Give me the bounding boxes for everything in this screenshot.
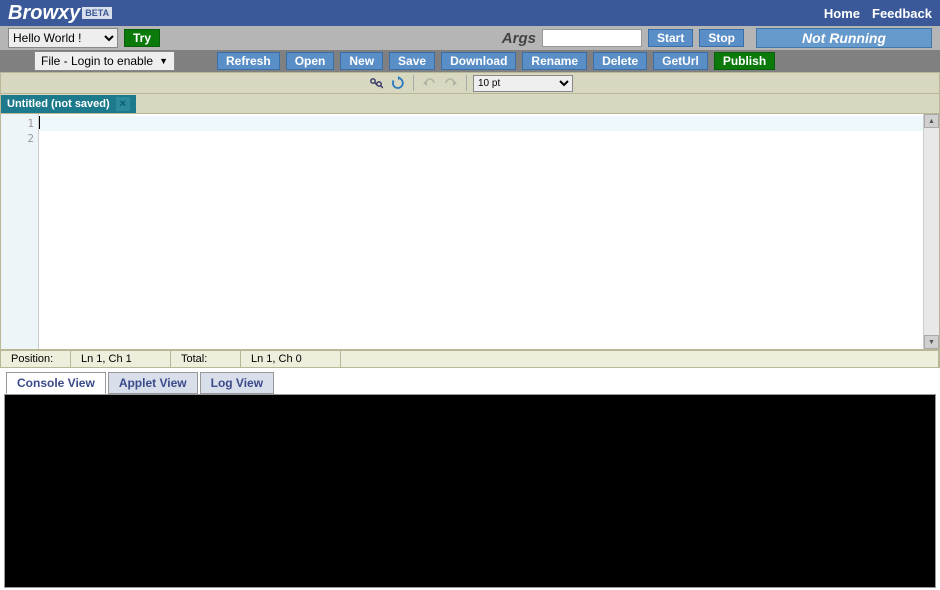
save-button[interactable]: Save (389, 52, 435, 70)
output-tabs: Console View Applet View Log View (0, 372, 940, 394)
stop-button[interactable]: Stop (699, 29, 744, 47)
file-tab[interactable]: Untitled (not saved) × (1, 95, 136, 113)
args-label: Args (502, 30, 536, 47)
caret-down-icon: ▼ (159, 56, 168, 66)
beta-badge: BETA (82, 7, 112, 19)
open-button[interactable]: Open (286, 52, 335, 70)
text-caret (39, 116, 40, 129)
editor-area: 1 2 ▲ ▼ (0, 114, 940, 350)
run-status: Not Running (756, 28, 932, 48)
toolbar-primary: Hello World ! Try Args Start Stop Not Ru… (0, 26, 940, 50)
file-menu-label: File - Login to enable (41, 54, 153, 68)
total-label: Total: (171, 351, 241, 367)
position-value: Ln 1, Ch 1 (71, 351, 171, 367)
app-header: Browxy BETA Home Feedback (0, 0, 940, 26)
file-menu[interactable]: File - Login to enable ▼ (34, 51, 175, 71)
refresh-icon[interactable] (389, 74, 407, 92)
editor-status-bar: Position: Ln 1, Ch 1 Total: Ln 1, Ch 0 (0, 350, 940, 368)
home-link[interactable]: Home (824, 6, 860, 21)
tab-log-view[interactable]: Log View (200, 372, 274, 394)
font-size-select[interactable]: 10 pt (473, 75, 573, 92)
console-output (4, 394, 936, 588)
geturl-button[interactable]: GetUrl (653, 52, 708, 70)
current-line-highlight (39, 116, 923, 131)
refresh-button[interactable]: Refresh (217, 52, 280, 70)
line-number: 1 (5, 116, 34, 131)
find-icon[interactable] (367, 74, 385, 92)
total-value: Ln 1, Ch 0 (241, 351, 341, 367)
header-links: Home Feedback (824, 6, 932, 21)
try-button[interactable]: Try (124, 29, 160, 47)
redo-icon[interactable] (442, 74, 460, 92)
line-gutter: 1 2 (1, 114, 39, 349)
start-button[interactable]: Start (648, 29, 693, 47)
toolbar-secondary: File - Login to enable ▼ Refresh Open Ne… (0, 50, 940, 72)
project-select[interactable]: Hello World ! (8, 28, 118, 48)
editor-tabs: Untitled (not saved) × (0, 94, 940, 114)
toolbar-editor: 10 pt (0, 72, 940, 94)
status-spacer (341, 351, 939, 367)
line-number: 2 (5, 131, 34, 146)
position-label: Position: (1, 351, 71, 367)
file-tab-title: Untitled (not saved) (7, 98, 110, 110)
code-editor[interactable] (39, 114, 923, 349)
download-button[interactable]: Download (441, 52, 516, 70)
new-button[interactable]: New (340, 52, 383, 70)
feedback-link[interactable]: Feedback (872, 6, 932, 21)
separator (466, 75, 467, 91)
logo: Browxy BETA (8, 2, 112, 25)
tab-applet-view[interactable]: Applet View (108, 372, 198, 394)
scroll-up-icon[interactable]: ▲ (924, 114, 939, 128)
args-input[interactable] (542, 29, 642, 47)
tab-console-view[interactable]: Console View (6, 372, 106, 394)
publish-button[interactable]: Publish (714, 52, 775, 70)
delete-button[interactable]: Delete (593, 52, 647, 70)
separator (413, 75, 414, 91)
close-tab-icon[interactable]: × (116, 97, 130, 111)
logo-text: Browxy (8, 2, 80, 25)
undo-icon[interactable] (420, 74, 438, 92)
rename-button[interactable]: Rename (522, 52, 587, 70)
scroll-down-icon[interactable]: ▼ (924, 335, 939, 349)
editor-scrollbar[interactable]: ▲ ▼ (923, 114, 939, 349)
